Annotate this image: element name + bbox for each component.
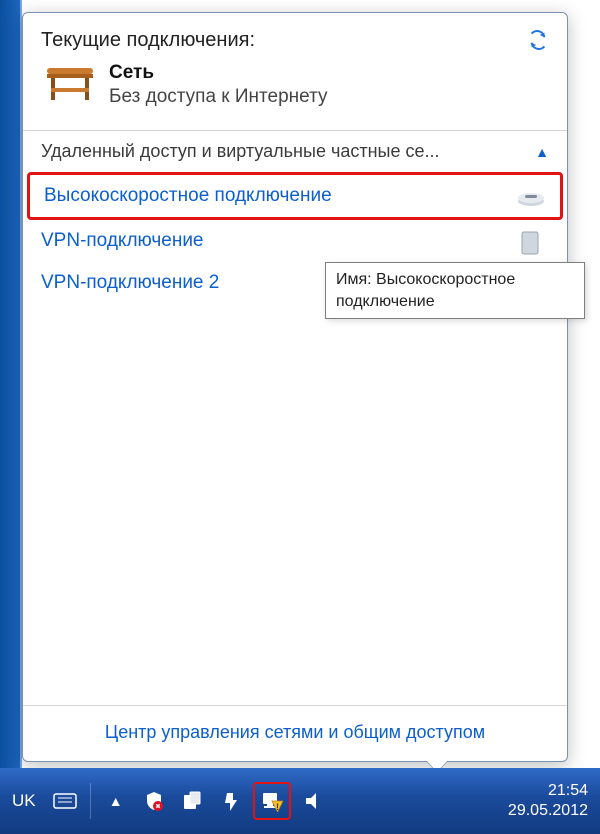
connection-label: VPN-подключение xyxy=(41,230,204,252)
refresh-icon[interactable] xyxy=(527,29,549,51)
power-tray-icon[interactable] xyxy=(217,790,243,812)
tray-overflow-icon[interactable]: ▲ xyxy=(103,790,129,812)
connection-item-vpn-1[interactable]: VPN-подключение xyxy=(23,220,567,262)
clock-date: 29.05.2012 xyxy=(508,801,588,821)
network-flyout: Текущие подключения: xyxy=(22,12,568,762)
svg-text:!: ! xyxy=(276,802,279,812)
network-status: Без доступа к Интернету xyxy=(109,86,328,108)
taskbar-divider xyxy=(90,783,91,819)
connection-item-broadband[interactable]: Высокоскоростное подключение xyxy=(27,172,563,220)
network-icon xyxy=(45,62,95,102)
tooltip: Имя: Высокоскоростное подключение xyxy=(325,262,585,319)
section-header-label: Удаленный доступ и виртуальные частные с… xyxy=(41,141,440,162)
network-center-link[interactable]: Центр управления сетями и общим доступом xyxy=(105,722,485,742)
chevron-up-icon: ▲ xyxy=(535,144,549,160)
keyboard-icon[interactable] xyxy=(52,790,78,812)
network-name: Сеть xyxy=(109,62,328,84)
connection-label: VPN-подключение 2 xyxy=(41,272,219,294)
taskbar: UK ▲ xyxy=(0,768,600,834)
volume-tray-icon[interactable] xyxy=(301,790,327,812)
network-tray-icon[interactable]: ! xyxy=(253,782,291,820)
flyout-title: Текущие подключения: xyxy=(41,29,255,52)
modem-icon xyxy=(516,185,546,207)
server-icon xyxy=(519,230,549,252)
security-tray-icon[interactable] xyxy=(141,790,167,812)
section-header-dialup-vpn[interactable]: Удаленный доступ и виртуальные частные с… xyxy=(23,131,567,172)
clock-time: 21:54 xyxy=(508,781,588,801)
device-tray-icon[interactable] xyxy=(179,790,205,812)
taskbar-clock[interactable]: 21:54 29.05.2012 xyxy=(508,781,588,821)
window-edge xyxy=(0,0,22,768)
language-indicator[interactable]: UK xyxy=(12,791,36,811)
connection-label: Высокоскоростное подключение xyxy=(44,185,332,207)
